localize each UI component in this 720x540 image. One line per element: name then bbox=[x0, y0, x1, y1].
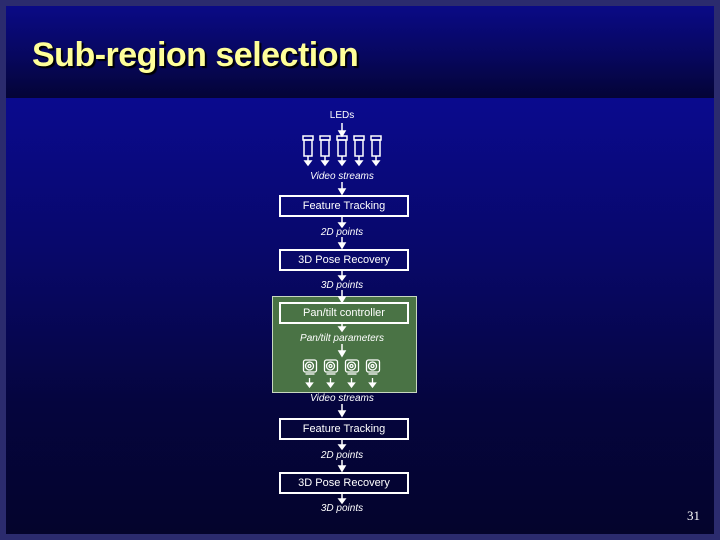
arrow-2d-to-pose-2 bbox=[337, 460, 347, 473]
2d-points-label-1: 2D points bbox=[320, 227, 364, 238]
arrow-ft1-to-2d bbox=[337, 217, 347, 229]
arrow-ft2-to-2d bbox=[337, 440, 347, 451]
ptz-camera-row bbox=[302, 359, 381, 389]
led-camera-icon bbox=[336, 135, 348, 167]
video-streams-label-2: Video streams bbox=[310, 393, 374, 404]
arrow-to-feature-tracking-1 bbox=[337, 182, 347, 196]
2d-points-label-2: 2D points bbox=[320, 450, 364, 461]
arrow-2d-to-pose-1 bbox=[337, 237, 347, 250]
ptz-camera-icon bbox=[323, 359, 339, 389]
arrow-3d-to-controller bbox=[337, 290, 347, 304]
led-camera-icon bbox=[302, 135, 314, 167]
led-camera-icon bbox=[353, 135, 365, 167]
arrow-to-feature-tracking-2 bbox=[337, 404, 347, 418]
feature-tracking-box-2: Feature Tracking bbox=[279, 418, 409, 440]
feature-tracking-box-1: Feature Tracking bbox=[279, 195, 409, 217]
page-number: 31 bbox=[687, 508, 700, 523]
pan-tilt-parameters-label: Pan/tilt parameters bbox=[300, 333, 384, 344]
arrow-pose1-to-3d bbox=[337, 271, 347, 282]
pose-recovery-box-2: 3D Pose Recovery bbox=[279, 472, 409, 494]
led-camera-row bbox=[302, 135, 382, 167]
pose-recovery-box-1: 3D Pose Recovery bbox=[279, 249, 409, 271]
pan-tilt-controller-box: Pan/tilt controller bbox=[279, 302, 409, 324]
3d-points-label-1: 3D points bbox=[320, 280, 364, 291]
ptz-camera-icon bbox=[344, 359, 360, 389]
led-camera-icon bbox=[319, 135, 331, 167]
3d-points-label-2: 3D points bbox=[320, 503, 364, 514]
arrow-leds-to-cameras bbox=[337, 123, 347, 138]
ptz-camera-icon bbox=[365, 359, 381, 389]
arrow-params-to-ptz bbox=[337, 344, 347, 358]
arrow-pose2-to-3d bbox=[337, 494, 347, 505]
ptz-camera-icon bbox=[302, 359, 318, 389]
video-streams-label-1: Video streams bbox=[310, 171, 374, 182]
led-camera-icon bbox=[370, 135, 382, 167]
leds-label: LEDs bbox=[329, 110, 355, 121]
slide: Sub-region selection LEDs Video streams … bbox=[6, 6, 714, 534]
